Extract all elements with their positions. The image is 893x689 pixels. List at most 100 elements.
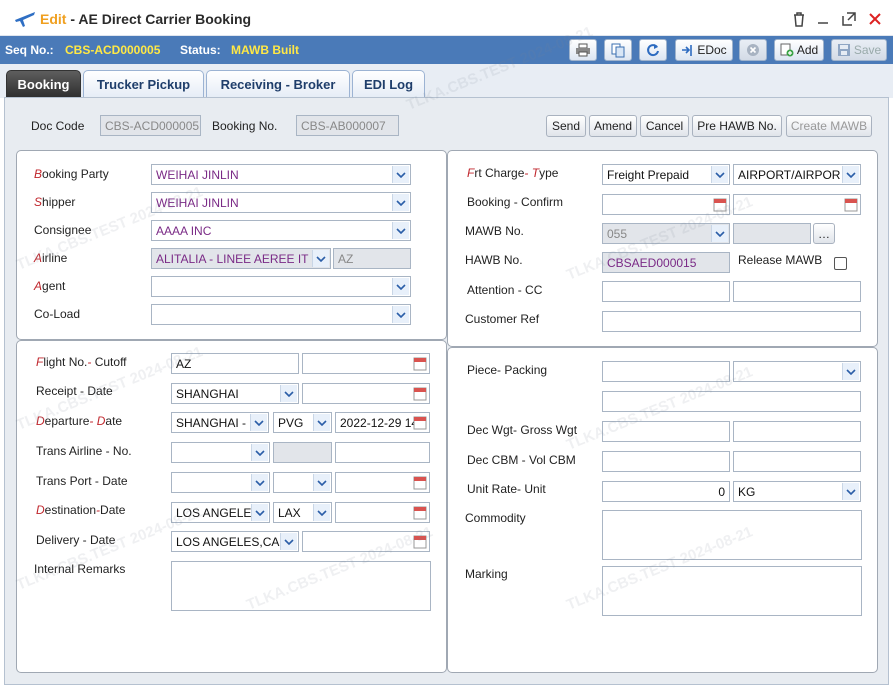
departure-city-select[interactable]: SHANGHAI - [171,412,269,433]
flight-no-input[interactable]: AZ [171,353,299,374]
booking-party-select[interactable]: WEIHAI JINLIN [151,164,411,185]
chevron-down-icon [250,414,267,431]
marking-textarea[interactable] [602,566,862,616]
confirm-date-input[interactable] [733,194,861,215]
trans-airline-label: Trans Airline - No. [36,444,132,458]
calendar-icon[interactable] [413,475,427,490]
internal-remarks-textarea[interactable] [171,561,431,611]
trans-flight-no-input[interactable] [335,442,430,463]
calendar-icon[interactable] [413,386,427,401]
calendar-icon[interactable] [413,356,427,371]
packing-select[interactable] [733,361,861,382]
destination-port-select[interactable]: LAX [273,502,332,523]
vol-cbm-input[interactable] [733,451,861,472]
shipper-select[interactable]: WEIHAI JINLIN [151,192,411,213]
release-mawb-checkbox[interactable] [834,257,847,270]
dec-wgt-label: Dec Wgt- Gross Wgt [467,423,578,437]
trash-icon[interactable] [790,10,808,28]
frt-charge-select[interactable]: Freight Prepaid [602,164,730,185]
booking-no-label: Booking No. [212,119,278,133]
print-button[interactable] [569,39,597,61]
mawb-lookup-button[interactable]: … [813,223,835,244]
close-icon[interactable] [866,10,884,28]
flight-no-label: Flight No.- Cutoff [36,355,127,369]
void-button[interactable] [739,39,767,61]
add-button[interactable]: Add [774,39,824,61]
dec-cbm-input[interactable] [602,451,730,472]
departure-date-input[interactable]: 2022-12-29 14: [335,412,430,433]
chevron-down-icon [251,504,268,521]
tab-booking[interactable]: Booking [6,70,81,98]
cutoff-date-input[interactable] [302,353,430,374]
marking-label: Marking [465,567,508,581]
calendar-icon[interactable] [413,534,427,549]
copy-icon [611,43,625,57]
departure-port-select[interactable]: PVG [273,412,332,433]
tab-trucker-pickup[interactable]: Trucker Pickup [83,70,204,98]
edoc-button[interactable]: EDoc [675,39,733,61]
receipt-select[interactable]: SHANGHAI [171,383,299,404]
trans-port-date-input[interactable] [335,472,430,493]
ellipsis-icon: … [818,226,830,241]
amend-button[interactable]: Amend [589,115,637,137]
customer-ref-input[interactable] [602,311,861,332]
save-icon [837,44,850,56]
trans-airline-select[interactable] [171,442,270,463]
trans-port-label: Trans Port - Date [36,474,128,488]
cancel-button[interactable]: Cancel [640,115,689,137]
trans-port-code-select[interactable] [273,472,332,493]
refresh-button[interactable] [639,39,667,61]
maximize-icon[interactable] [840,10,858,28]
create-mawb-button[interactable]: Create MAWB [786,115,872,137]
receipt-date-input[interactable] [302,383,430,404]
destination-label: Destination-Date [36,503,126,517]
destination-date-input[interactable] [335,502,430,523]
calendar-icon[interactable] [413,505,427,520]
mawb-number-field [733,223,811,244]
hawb-no-label: HAWB No. [465,253,523,267]
piece-input[interactable] [602,361,730,382]
unit-select[interactable]: KG [733,481,861,502]
chevron-down-icon [711,225,728,242]
dec-wgt-input[interactable] [602,421,730,442]
airline-select[interactable]: ALITALIA - LINEE AEREE IT [151,248,331,269]
agent-select[interactable] [151,276,411,297]
mawb-prefix-select[interactable]: 055 [602,223,730,244]
unit-rate-input[interactable]: 0 [602,481,730,502]
destination-city-select[interactable]: LOS ANGELE [171,502,270,523]
delivery-date-input[interactable] [302,531,430,552]
tab-receiving-broker[interactable]: Receiving - Broker [206,70,350,98]
booking-confirm-label: Booking - Confirm [467,195,564,209]
save-button[interactable]: Save [831,39,887,61]
gross-wgt-input[interactable] [733,421,861,442]
seq-label: Seq No.: [5,43,54,57]
doc-code-label: Doc Code [31,119,85,133]
copy-button[interactable] [604,39,632,61]
frt-type-select[interactable]: AIRPORT/AIRPOR [733,164,861,185]
calendar-icon[interactable] [844,197,858,212]
frt-charge-label: Frt Charge- Type [467,166,559,180]
pre-hawb-button[interactable]: Pre HAWB No. [692,115,782,137]
booking-date-input[interactable] [602,194,730,215]
send-button[interactable]: Send [546,115,586,137]
chevron-down-icon [313,414,330,431]
minimize-icon[interactable] [814,10,832,28]
coload-select[interactable] [151,304,411,325]
status-label: Status: [180,43,221,57]
calendar-icon[interactable] [413,415,427,430]
airline-code-field: AZ [333,248,411,269]
status-bar: Seq No.: CBS-ACD000005 Status: MAWB Buil… [0,36,893,64]
delivery-select[interactable]: LOS ANGELES,CA [171,531,299,552]
chevron-down-icon [392,222,409,239]
consignee-select[interactable]: AAAA INC [151,220,411,241]
packing-description-input[interactable] [602,391,861,412]
cc-input[interactable] [733,281,861,302]
chevron-down-icon [280,385,297,402]
calendar-icon[interactable] [713,197,727,212]
tab-edi-log[interactable]: EDI Log [352,70,425,98]
attention-input[interactable] [602,281,730,302]
trans-port-select[interactable] [171,472,270,493]
commodity-textarea[interactable] [602,510,862,560]
chevron-down-icon [312,250,329,267]
refresh-icon [647,44,659,57]
